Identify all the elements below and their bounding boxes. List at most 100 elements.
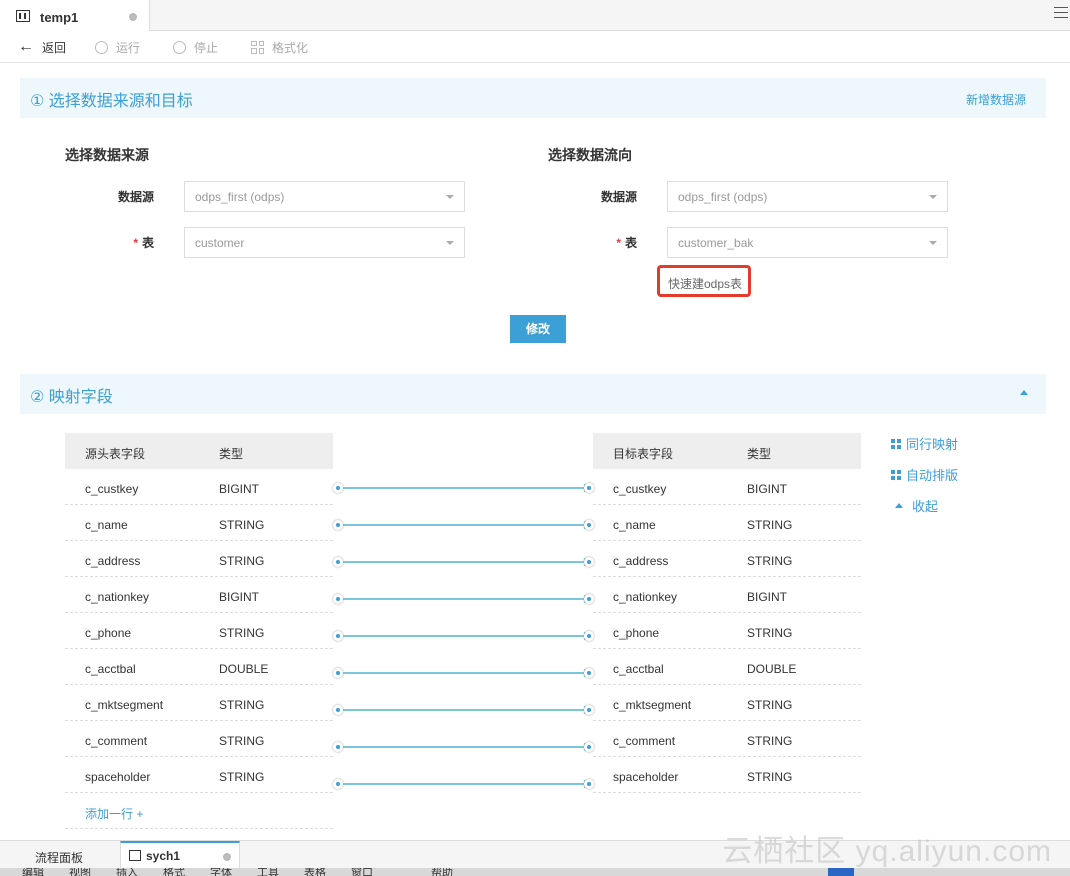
os-status-icon: [828, 868, 854, 876]
mapping-line[interactable]: [333, 742, 594, 752]
os-menu-item[interactable]: 编辑: [22, 868, 44, 876]
action-label: 收起: [912, 499, 939, 514]
mapping-line[interactable]: [333, 631, 594, 641]
sync-node-icon: [129, 850, 141, 861]
tab-sych1[interactable]: sych1: [120, 841, 240, 869]
workflow-icon: [16, 10, 30, 22]
field-type: STRING: [747, 554, 793, 568]
source-anchor-icon[interactable]: [333, 779, 343, 789]
source-anchor-icon[interactable]: [333, 705, 343, 715]
select-value: odps_first (odps): [678, 190, 768, 204]
target-anchor-icon[interactable]: [584, 742, 594, 752]
required-mark: *: [133, 236, 138, 250]
os-menu-item[interactable]: 工具: [257, 868, 279, 876]
source-anchor-icon[interactable]: [333, 557, 343, 567]
source-table-select[interactable]: customer: [184, 227, 465, 258]
section-title: ② 映射字段: [30, 389, 113, 406]
field-type: STRING: [747, 518, 793, 532]
hamburger-menu-icon[interactable]: [1054, 7, 1068, 21]
target-heading: 选择数据流向: [548, 147, 632, 163]
field-name: c_phone: [85, 626, 132, 640]
target-anchor-icon[interactable]: [584, 557, 594, 567]
os-menu-item[interactable]: 字体: [210, 868, 232, 876]
auto-layout-button[interactable]: 自动排版: [891, 465, 958, 484]
table-row: c_mktsegment STRING: [65, 685, 333, 721]
field-type: STRING: [747, 770, 793, 784]
mapping-line[interactable]: [333, 668, 594, 678]
tab-temp1[interactable]: temp1: [0, 0, 150, 31]
collapse-caret-icon[interactable]: [1020, 390, 1028, 395]
table-row: spaceholder STRING: [65, 757, 333, 793]
target-anchor-icon[interactable]: [584, 520, 594, 530]
format-button[interactable]: 格式化: [251, 39, 308, 55]
toolbar: ← 返回 运行 停止 格式化: [0, 31, 1070, 63]
field-name: c_address: [613, 554, 669, 568]
add-row-button[interactable]: 添加一行 +: [65, 793, 333, 829]
action-label: 同行映射: [906, 437, 959, 452]
mapping-line[interactable]: [333, 779, 594, 789]
modify-button[interactable]: 修改: [510, 315, 566, 343]
field-name: c_name: [613, 518, 656, 532]
run-button[interactable]: 运行: [95, 39, 140, 55]
add-datasource-link[interactable]: 新增数据源: [966, 91, 1026, 108]
unsaved-dot-icon[interactable]: [223, 853, 231, 861]
chevron-down-icon: [446, 195, 454, 199]
select-value: customer: [195, 236, 245, 250]
os-menu-item[interactable]: 格式: [163, 868, 185, 876]
table-row: c_comment STRING: [65, 721, 333, 757]
target-anchor-icon[interactable]: [584, 779, 594, 789]
layout-icon: [891, 469, 901, 480]
stop-icon: [173, 40, 186, 54]
field-name: c_comment: [613, 734, 676, 748]
chevron-down-icon: [929, 195, 937, 199]
os-menu-item[interactable]: 插入: [116, 868, 138, 876]
back-button[interactable]: ← 返回: [18, 39, 66, 55]
os-menu-item[interactable]: 窗口: [351, 868, 373, 876]
target-anchor-icon[interactable]: [584, 631, 594, 641]
target-anchor-icon[interactable]: [584, 705, 594, 715]
field-name: c_nationkey: [85, 590, 150, 604]
unsaved-dot-icon[interactable]: [129, 13, 137, 21]
source-datasource-select[interactable]: odps_first (odps): [184, 181, 465, 212]
source-anchor-icon[interactable]: [333, 742, 343, 752]
os-menu-item[interactable]: 表格: [304, 868, 326, 876]
target-anchor-icon[interactable]: [584, 483, 594, 493]
source-anchor-icon[interactable]: [333, 668, 343, 678]
mapping-line[interactable]: [333, 594, 594, 604]
collapse-button[interactable]: 收起: [891, 496, 938, 515]
field-name: c_nationkey: [613, 590, 678, 604]
mapping-line[interactable]: [333, 483, 594, 493]
field-type: STRING: [747, 626, 793, 640]
os-menu-item[interactable]: 帮助: [431, 868, 453, 876]
target-anchor-icon[interactable]: [584, 594, 594, 604]
source-anchor-icon[interactable]: [333, 594, 343, 604]
tab-label: 流程面板: [35, 851, 84, 865]
quick-create-odps-table-link[interactable]: 快速建odps表: [668, 275, 742, 292]
os-menu-item[interactable]: 视图: [69, 868, 91, 876]
back-label: 返回: [42, 40, 67, 55]
label-text: 表: [141, 236, 154, 250]
field-type: STRING: [219, 518, 265, 532]
action-label: 自动排版: [906, 468, 959, 483]
target-datasource-select[interactable]: odps_first (odps): [667, 181, 948, 212]
source-anchor-icon[interactable]: [333, 483, 343, 493]
field-type: DOUBLE: [219, 662, 269, 676]
table-row: c_phone STRING: [593, 613, 861, 649]
table-row: c_phone STRING: [65, 613, 333, 649]
column-header: 类型: [219, 447, 244, 461]
same-row-mapping-button[interactable]: 同行映射: [891, 434, 958, 453]
mapping-line[interactable]: [333, 520, 594, 530]
label-text: 数据源: [600, 190, 637, 204]
target-table-select[interactable]: customer_bak: [667, 227, 948, 258]
source-anchor-icon[interactable]: [333, 631, 343, 641]
stop-label: 停止: [194, 40, 219, 55]
mapping-line[interactable]: [333, 557, 594, 567]
field-type: STRING: [219, 554, 265, 568]
mapping-line[interactable]: [333, 705, 594, 715]
stop-button[interactable]: 停止: [173, 39, 218, 55]
field-type: BIGINT: [219, 482, 260, 496]
target-anchor-icon[interactable]: [584, 668, 594, 678]
tab-flow-panel[interactable]: 流程面板: [20, 841, 120, 869]
field-type: STRING: [219, 698, 265, 712]
source-anchor-icon[interactable]: [333, 520, 343, 530]
